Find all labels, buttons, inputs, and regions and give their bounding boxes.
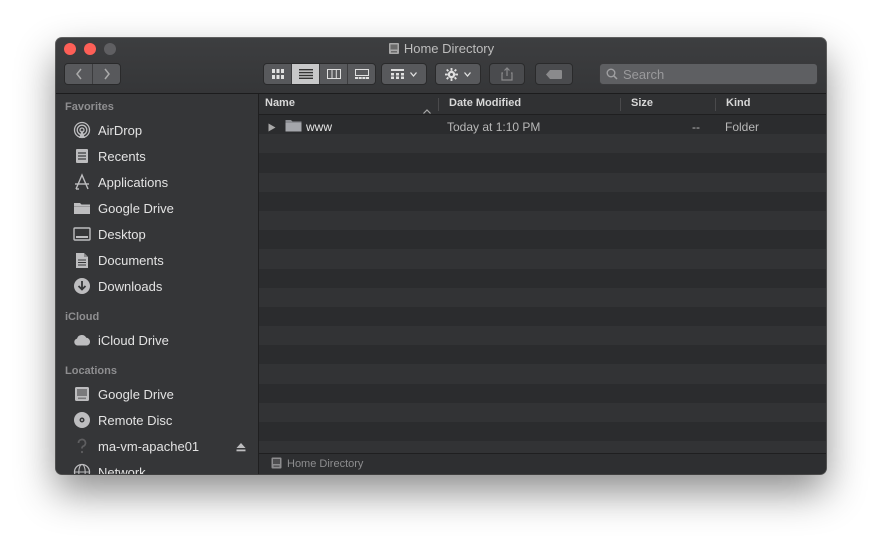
column-view-button[interactable] xyxy=(320,64,348,84)
file-date-modified: Today at 1:10 PM xyxy=(447,120,541,134)
sidebar-item-applications[interactable]: Applications xyxy=(72,171,252,193)
action-menu-button[interactable] xyxy=(435,63,481,85)
gear-icon xyxy=(445,67,458,81)
eject-icon[interactable] xyxy=(235,440,247,452)
disc-icon xyxy=(72,410,92,430)
back-forward-control xyxy=(64,63,121,85)
sidebar-item-remote-disc[interactable]: Remote Disc xyxy=(72,409,252,431)
column-header-bar: Name Date Modified Size Kind xyxy=(259,94,826,115)
sidebar-item-network[interactable]: Network xyxy=(72,461,252,474)
chevron-down-icon xyxy=(410,71,417,77)
question-icon xyxy=(72,436,92,456)
forward-button[interactable] xyxy=(93,64,120,84)
file-size: -- xyxy=(692,120,700,134)
path-bar-item[interactable]: Home Directory xyxy=(287,458,363,470)
columns-icon xyxy=(326,69,341,79)
column-header-date-modified[interactable]: Date Modified xyxy=(449,97,521,109)
share-icon xyxy=(501,67,513,81)
group-icon xyxy=(391,69,404,79)
window-title-text: Home Directory xyxy=(403,41,495,56)
sidebar-item-recents[interactable]: Recents xyxy=(72,145,252,167)
sidebar-item-label: Google Drive xyxy=(98,386,174,402)
grid-icon xyxy=(271,69,284,79)
table-row[interactable]: www Today at 1:10 PM -- Folder xyxy=(259,117,826,136)
tags-button[interactable] xyxy=(535,63,573,85)
sidebar-item-label: Recents xyxy=(98,148,146,164)
sidebar-item-icloud-drive[interactable]: iCloud Drive xyxy=(72,329,252,351)
chevron-down-icon xyxy=(464,71,471,77)
file-kind: Folder xyxy=(725,120,760,134)
network-icon xyxy=(72,462,92,474)
sidebar-section-favorites: Favorites xyxy=(65,101,114,113)
sidebar-section-locations: Locations xyxy=(65,365,117,377)
sidebar-section-icloud: iCloud xyxy=(65,311,100,323)
folder-icon xyxy=(72,198,92,218)
share-button[interactable] xyxy=(489,63,525,85)
desktop-icon xyxy=(72,224,92,244)
sidebar-item-label: Google Drive xyxy=(98,200,174,216)
hard-drive-icon xyxy=(271,457,282,472)
finder-window: Home Directory Search Favorites AirDrop … xyxy=(56,38,826,474)
sidebar-item-downloads[interactable]: Downloads xyxy=(72,275,252,297)
sidebar-item-airdrop[interactable]: AirDrop xyxy=(72,119,252,141)
sidebar-item-label: Desktop xyxy=(98,226,146,242)
sidebar-item-ma-vm-apache01[interactable]: ma-vm-apache01 xyxy=(72,435,252,457)
file-name: www xyxy=(306,120,332,134)
title-bar: Home Directory xyxy=(56,38,826,94)
sidebar-item-documents[interactable]: Documents xyxy=(72,249,252,271)
drive-icon xyxy=(72,384,92,404)
list-rows-background xyxy=(259,115,826,453)
view-mode-control xyxy=(263,63,376,85)
folder-icon xyxy=(285,119,302,135)
icon-view-button[interactable] xyxy=(264,64,292,84)
sidebar-item-label: iCloud Drive xyxy=(98,332,169,348)
sidebar-item-google-drive-location[interactable]: Google Drive xyxy=(72,383,252,405)
documents-icon xyxy=(72,250,92,270)
sidebar: Favorites AirDrop Recents Applications G… xyxy=(56,94,259,474)
recents-icon xyxy=(72,146,92,166)
applications-icon xyxy=(72,172,92,192)
sidebar-item-label: AirDrop xyxy=(98,122,143,138)
column-divider[interactable] xyxy=(438,98,439,111)
group-by-button[interactable] xyxy=(381,63,427,85)
cloud-icon xyxy=(72,330,92,350)
downloads-icon xyxy=(72,276,92,296)
disclosure-triangle-icon[interactable] xyxy=(268,121,276,135)
sidebar-item-label: Network xyxy=(98,464,146,475)
sidebar-item-label: Applications xyxy=(98,174,169,190)
gallery-view-button[interactable] xyxy=(348,64,375,84)
file-list: Name Date Modified Size Kind www Today a… xyxy=(259,94,826,474)
gallery-icon xyxy=(354,69,369,79)
search-icon xyxy=(606,68,618,80)
column-header-name[interactable]: Name xyxy=(265,97,295,109)
list-view-button[interactable] xyxy=(292,64,320,84)
back-button[interactable] xyxy=(65,64,93,84)
sidebar-item-label: Downloads xyxy=(98,278,163,294)
search-input[interactable] xyxy=(623,66,803,82)
column-divider[interactable] xyxy=(620,98,621,111)
airdrop-icon xyxy=(72,120,92,140)
column-divider[interactable] xyxy=(715,98,716,111)
sidebar-item-desktop[interactable]: Desktop xyxy=(72,223,252,245)
column-header-size[interactable]: Size xyxy=(631,97,653,109)
list-icon xyxy=(298,69,313,79)
sidebar-item-label: ma-vm-apache01 xyxy=(98,438,200,454)
chevron-right-icon xyxy=(103,68,110,80)
search-field[interactable] xyxy=(599,63,818,85)
hard-drive-icon xyxy=(388,42,400,58)
window-title: Home Directory xyxy=(56,41,826,58)
sidebar-item-label: Documents xyxy=(98,252,164,268)
sidebar-item-label: Remote Disc xyxy=(98,412,173,428)
chevron-left-icon xyxy=(75,68,82,80)
sidebar-item-google-drive[interactable]: Google Drive xyxy=(72,197,252,219)
path-bar: Home Directory xyxy=(259,453,826,474)
column-header-kind[interactable]: Kind xyxy=(726,97,750,109)
tag-icon xyxy=(546,69,562,79)
